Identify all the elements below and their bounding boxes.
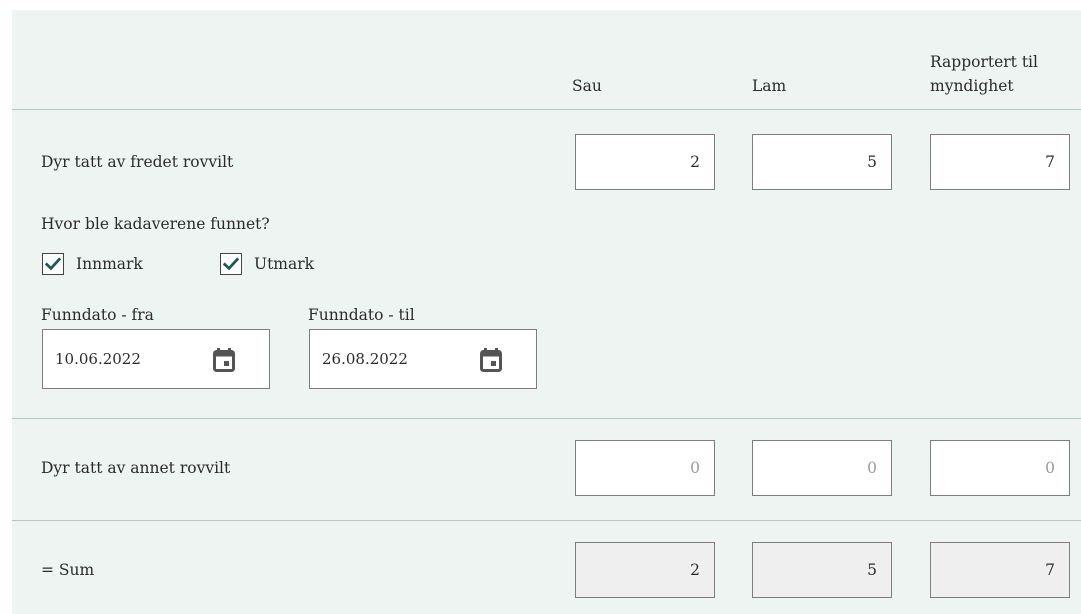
row-label-fredet-rovvilt: Dyr tatt av fredet rovvilt xyxy=(41,153,234,171)
innmark-checkbox[interactable]: Innmark xyxy=(42,253,143,275)
divider xyxy=(12,520,1081,521)
date-from-field[interactable] xyxy=(42,329,270,389)
sum-sau-field xyxy=(575,542,715,598)
column-header-lam: Lam xyxy=(752,77,787,95)
date-to-input[interactable] xyxy=(322,348,472,370)
calendar-icon[interactable] xyxy=(213,348,235,372)
innmark-label: Innmark xyxy=(76,255,143,273)
date-to-label: Funndato - til xyxy=(308,306,415,324)
divider xyxy=(12,418,1081,419)
fredet-sau-input[interactable] xyxy=(575,134,715,190)
utmark-label: Utmark xyxy=(254,255,315,273)
row-label-annet-rovvilt: Dyr tatt av annet rovvilt xyxy=(41,459,231,477)
column-header-sau: Sau xyxy=(572,77,602,95)
calendar-icon[interactable] xyxy=(480,348,502,372)
divider xyxy=(12,109,1081,110)
date-from-input[interactable] xyxy=(55,348,205,370)
check-icon xyxy=(45,257,61,271)
utmark-checkbox-box[interactable] xyxy=(220,253,242,275)
column-header-rapportert-line2: myndighet xyxy=(930,77,1014,95)
row-label-sum: = Sum xyxy=(41,561,95,579)
utmark-checkbox[interactable]: Utmark xyxy=(220,253,314,275)
column-header-rapportert: Rapportert til myndighet xyxy=(930,50,1038,98)
rovvilt-form: Sau Lam Rapportert til myndighet Dyr tat… xyxy=(12,10,1081,614)
sum-rapportert-field xyxy=(930,542,1070,598)
innmark-checkbox-box[interactable] xyxy=(42,253,64,275)
annet-sau-input[interactable] xyxy=(575,440,715,496)
check-icon xyxy=(223,257,239,271)
fredet-rapportert-input[interactable] xyxy=(930,134,1070,190)
annet-rapportert-input[interactable] xyxy=(930,440,1070,496)
column-header-rapportert-line1: Rapportert til xyxy=(930,53,1038,71)
annet-lam-input[interactable] xyxy=(752,440,892,496)
date-to-field[interactable] xyxy=(309,329,537,389)
date-from-label: Funndato - fra xyxy=(41,306,154,324)
fredet-lam-input[interactable] xyxy=(752,134,892,190)
sum-lam-field xyxy=(752,542,892,598)
location-question: Hvor ble kadaverene funnet? xyxy=(41,215,270,233)
